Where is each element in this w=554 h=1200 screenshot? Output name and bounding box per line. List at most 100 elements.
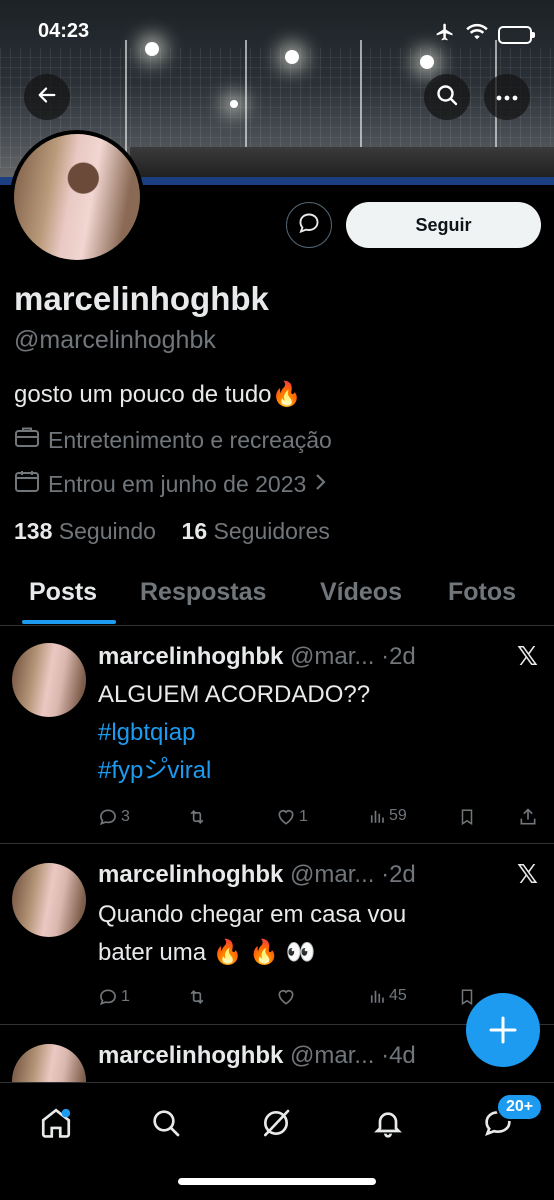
- bookmark-icon: [461, 989, 473, 1006]
- nav-search[interactable]: [146, 1103, 186, 1143]
- joined-label: Entrou em junho de 2023: [48, 470, 307, 497]
- views-button[interactable]: 45: [368, 987, 407, 1005]
- share-button[interactable]: [518, 807, 538, 827]
- post-avatar[interactable]: [12, 1044, 86, 1082]
- profile-joined[interactable]: Entrou em junho de 2023: [14, 469, 328, 499]
- following-link[interactable]: 138 Seguindo: [14, 518, 156, 544]
- post-avatar[interactable]: [12, 643, 86, 717]
- post-author-handle: @mar...: [290, 861, 375, 888]
- followers-label: Seguidores: [213, 518, 330, 544]
- post-time: ·4d: [381, 1042, 416, 1069]
- search-button[interactable]: [424, 74, 470, 120]
- tab-fotos[interactable]: Fotos: [448, 578, 516, 607]
- wifi-icon: [466, 23, 488, 46]
- repost-icon: [190, 989, 204, 1005]
- messages-badge: 20+: [496, 1093, 544, 1121]
- repost-button[interactable]: [186, 987, 211, 1007]
- category-label: Entretenimento e recreação: [48, 426, 332, 453]
- post-author-name[interactable]: marcelinhoghbk: [98, 643, 283, 670]
- compose-post-button[interactable]: [466, 993, 540, 1067]
- active-tab-indicator: [22, 620, 116, 624]
- hashtag-link[interactable]: #lgbtqiap: [98, 714, 370, 752]
- views-chart-icon: [370, 990, 384, 1003]
- reply-button[interactable]: 3: [98, 807, 130, 827]
- home-indicator: [178, 1178, 376, 1185]
- post-author-name[interactable]: marcelinhoghbk: [98, 1042, 283, 1069]
- post-actions: 3 1 59: [98, 807, 542, 831]
- post-item[interactable]: marcelinhoghbk @mar... ·2d 𝕏 Quando cheg…: [0, 845, 554, 1025]
- post-body-line: Quando chegar em casa vou: [98, 901, 407, 928]
- heart-icon: [278, 809, 294, 825]
- airplane-icon: [434, 22, 456, 47]
- like-count: 1: [299, 808, 308, 825]
- heart-icon: [278, 989, 294, 1005]
- profile-name: marcelinhoghbk: [14, 280, 269, 317]
- views-count: 45: [389, 987, 407, 1004]
- profile-tabs: Posts Respostas Vídeos Fotos: [0, 566, 554, 626]
- repost-icon: [190, 809, 204, 825]
- post-author-handle: @mar...: [290, 643, 375, 670]
- nav-home[interactable]: [36, 1103, 76, 1143]
- post-author-name[interactable]: marcelinhoghbk: [98, 861, 283, 888]
- followers-link[interactable]: 16 Seguidores: [182, 518, 330, 544]
- profile-avatar[interactable]: [10, 130, 144, 264]
- bookmark-button[interactable]: [458, 807, 476, 827]
- post-body: ALGUEM ACORDADO??: [98, 681, 371, 708]
- post-avatar[interactable]: [12, 863, 86, 937]
- follow-button[interactable]: Seguir: [346, 202, 541, 248]
- post-header: marcelinhoghbk @mar... ·4d: [98, 1042, 416, 1070]
- reply-button[interactable]: 1: [98, 987, 130, 1007]
- tab-respostas[interactable]: Respostas: [140, 578, 266, 607]
- post-time: ·2d: [381, 861, 416, 888]
- nav-notifications[interactable]: [368, 1103, 408, 1143]
- post-text: ALGUEM ACORDADO?? #lgbtqiap #fypシ゚viral: [98, 676, 370, 790]
- reply-count: 3: [121, 808, 130, 825]
- message-button[interactable]: [286, 202, 332, 248]
- status-bar: 04:23: [0, 18, 554, 48]
- nav-grok[interactable]: [256, 1103, 296, 1143]
- post-text: Quando chegar em casa vou bater uma 🔥 🔥 …: [98, 896, 406, 972]
- post-author-handle: @mar...: [290, 1042, 375, 1069]
- x-logo-icon: 𝕏: [517, 859, 538, 889]
- followers-count: 16: [181, 518, 208, 544]
- status-time: 04:23: [38, 20, 90, 42]
- plus-icon: [489, 1016, 517, 1044]
- following-count: 138: [14, 518, 53, 544]
- home-icon: [41, 1108, 71, 1138]
- battery-icon: [498, 25, 535, 44]
- tab-posts[interactable]: Posts: [29, 578, 97, 607]
- x-logo-icon: 𝕏: [517, 641, 538, 671]
- share-icon: [520, 808, 536, 825]
- more-options-button[interactable]: [484, 74, 530, 120]
- search-icon: [435, 83, 459, 112]
- chevron-right-icon: [314, 471, 328, 498]
- search-icon: [153, 1110, 180, 1137]
- like-button[interactable]: [276, 987, 299, 1007]
- post-time: ·2d: [381, 643, 416, 670]
- following-label: Seguindo: [58, 518, 156, 544]
- views-button[interactable]: 59: [368, 807, 407, 825]
- more-dots-icon: [496, 88, 518, 106]
- post-header: marcelinhoghbk @mar... ·2d: [98, 643, 416, 671]
- bookmark-icon: [461, 809, 473, 826]
- like-button[interactable]: 1: [276, 807, 308, 827]
- arrow-left-icon: [36, 84, 58, 111]
- calendar-icon: [14, 469, 40, 499]
- post-item[interactable]: marcelinhoghbk @mar... ·2d 𝕏 ALGUEM ACOR…: [0, 627, 554, 844]
- reply-icon: [99, 989, 116, 1006]
- post-header: marcelinhoghbk @mar... ·2d: [98, 861, 416, 889]
- repost-button[interactable]: [186, 807, 211, 827]
- hashtag-link[interactable]: #fypシ゚viral: [98, 752, 370, 790]
- grok-icon: [264, 1109, 290, 1137]
- views-count: 59: [389, 807, 407, 824]
- views-chart-icon: [370, 810, 384, 823]
- briefcase-icon: [14, 425, 40, 455]
- bell-icon: [374, 1112, 402, 1138]
- reply-icon: [99, 809, 116, 826]
- back-button[interactable]: [24, 74, 70, 120]
- reply-count: 1: [121, 988, 130, 1005]
- profile-handle: @marcelinhoghbk: [14, 326, 216, 354]
- follow-stats: 138 Seguindo 16 Seguidores: [14, 518, 330, 545]
- tab-videos[interactable]: Vídeos: [320, 578, 402, 607]
- bookmark-button[interactable]: [458, 987, 476, 1007]
